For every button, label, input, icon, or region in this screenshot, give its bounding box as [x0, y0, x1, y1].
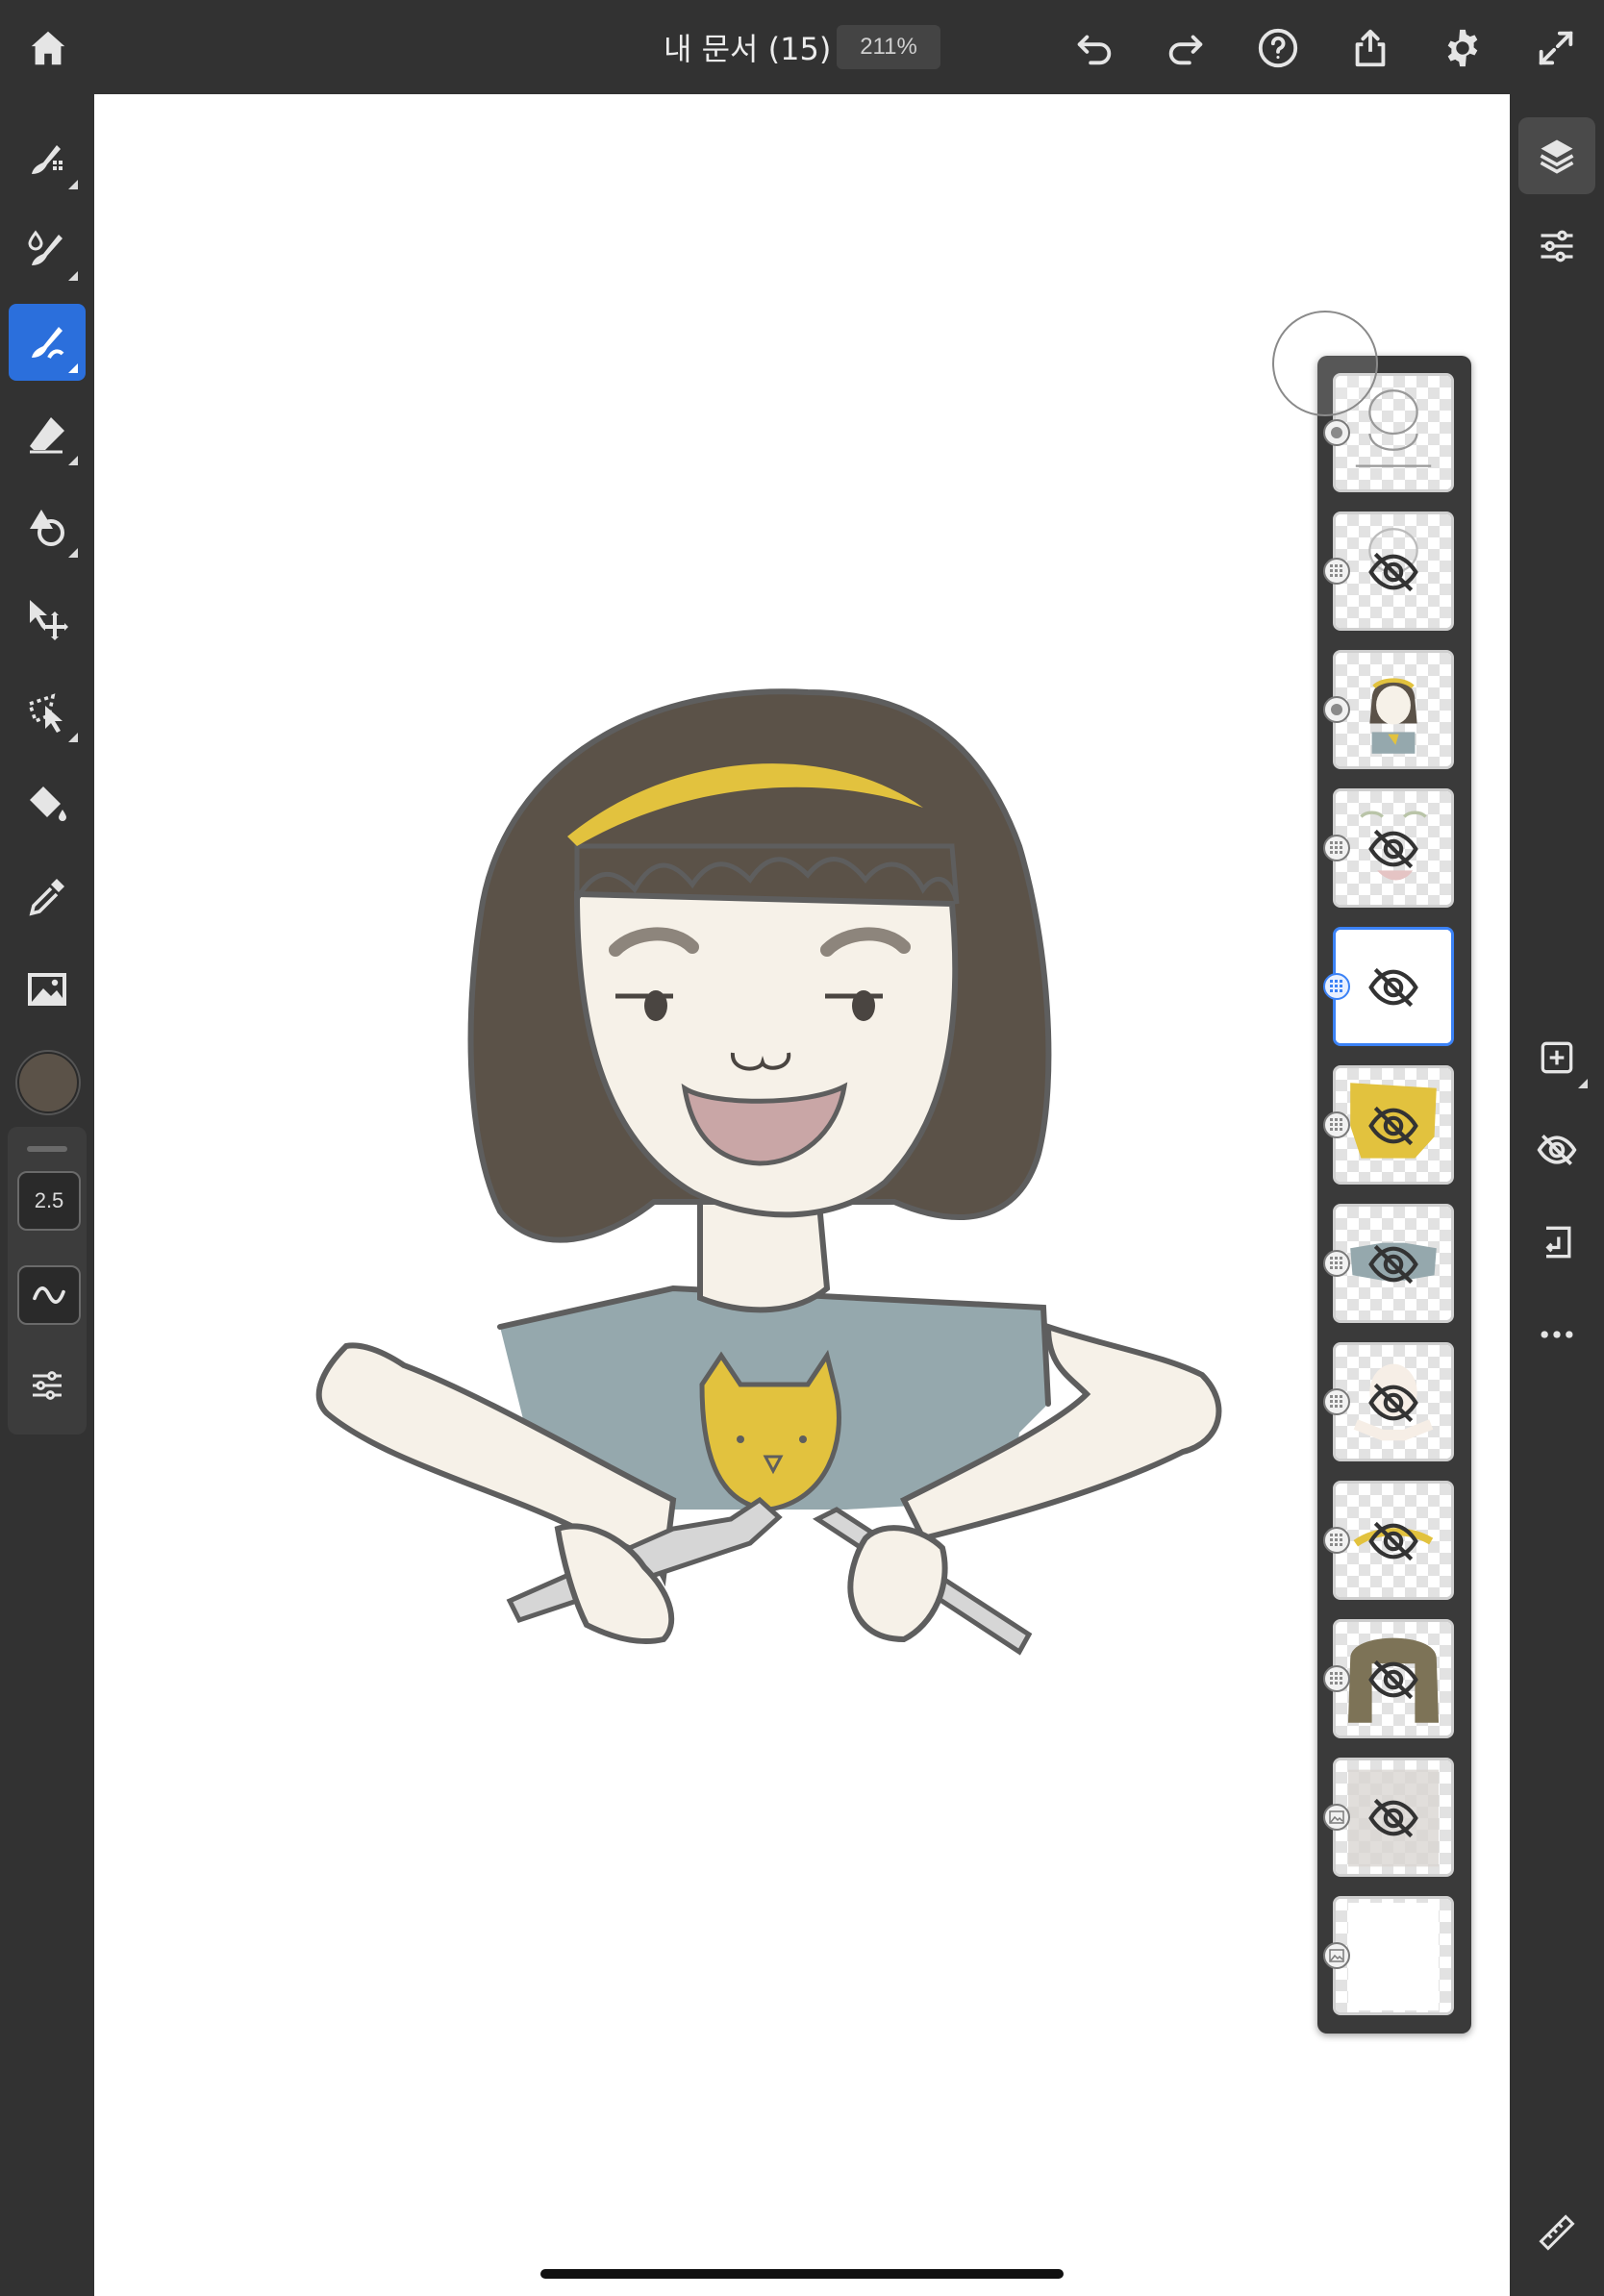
shape-icon[interactable]	[9, 488, 86, 565]
pixel-layer-badge[interactable]	[1323, 558, 1350, 585]
help-icon[interactable]	[1251, 21, 1305, 75]
pixel-layer-badge[interactable]	[1323, 973, 1350, 1000]
image-layer-badge[interactable]	[1323, 1804, 1350, 1831]
document-title[interactable]: 내 문서 (15)	[664, 25, 831, 69]
pixel-layer-badge[interactable]	[1323, 1665, 1350, 1692]
panel-grip[interactable]	[27, 1146, 67, 1152]
eraser-icon[interactable]	[9, 396, 86, 473]
right-toolbar	[1510, 94, 1604, 2296]
layer-thumbnail[interactable]	[1333, 1204, 1454, 1323]
ruler-icon[interactable]	[1518, 2194, 1595, 2271]
more-icon[interactable]	[1518, 1296, 1595, 1373]
redo-icon[interactable]	[1159, 21, 1213, 75]
vector-layer-badge[interactable]	[1323, 696, 1350, 723]
brush-cursor	[1272, 311, 1378, 416]
pixel-brush-icon[interactable]	[9, 120, 86, 197]
share-icon[interactable]	[1343, 21, 1397, 75]
vector-layer-badge[interactable]	[1323, 419, 1350, 446]
layer-thumbnail[interactable]	[1333, 650, 1454, 769]
layer-thumbnail[interactable]	[1333, 1896, 1454, 2015]
wave-icon	[33, 1286, 65, 1304]
layers-icon[interactable]	[1518, 117, 1595, 194]
eyedropper-icon[interactable]	[9, 858, 86, 935]
zoom-level[interactable]: 211%	[837, 25, 940, 69]
vector-brush-icon[interactable]	[9, 304, 86, 381]
smoothing-button[interactable]	[17, 1265, 81, 1325]
layer-thumbnail[interactable]	[1333, 1342, 1454, 1461]
hidden-eye-icon	[1368, 1521, 1418, 1561]
merge-down-icon[interactable]	[1518, 1204, 1595, 1281]
hidden-eye-icon	[1368, 552, 1418, 592]
settings-icon[interactable]	[1436, 21, 1490, 75]
add-layer-icon[interactable]	[1518, 1019, 1595, 1096]
layer-thumbnail[interactable]	[1333, 512, 1454, 631]
layer-thumbnail[interactable]	[1333, 1758, 1454, 1877]
hidden-eye-icon	[1368, 1383, 1418, 1423]
top-toolbar: 내 문서 (15) 211%	[0, 0, 1604, 94]
pixel-layer-badge[interactable]	[1323, 1527, 1350, 1554]
brush-settings-panel: 2.5	[8, 1127, 87, 1435]
live-brush-icon[interactable]	[9, 212, 86, 288]
move-icon[interactable]	[9, 581, 86, 658]
left-toolbar: 2.5	[0, 94, 94, 2296]
fullscreen-icon[interactable]	[1529, 21, 1583, 75]
layer-thumbnail[interactable]	[1333, 1481, 1454, 1600]
image-layer-badge[interactable]	[1323, 1942, 1350, 1969]
hide-layer-icon[interactable]	[1518, 1111, 1595, 1188]
layer-thumbnail[interactable]	[1333, 1065, 1454, 1185]
brush-options-icon[interactable]	[23, 1361, 71, 1410]
hidden-eye-icon	[1368, 829, 1418, 869]
drawing-canvas[interactable]	[94, 94, 1510, 2296]
hidden-eye-icon	[1368, 1660, 1418, 1700]
layer-thumbnail[interactable]	[1333, 1619, 1454, 1738]
undo-icon[interactable]	[1067, 21, 1121, 75]
home-icon[interactable]	[21, 21, 75, 75]
layer-thumbnail-selected[interactable]	[1333, 927, 1454, 1046]
pixel-layer-badge[interactable]	[1323, 1111, 1350, 1138]
hidden-eye-icon	[1368, 1106, 1418, 1146]
home-indicator[interactable]	[540, 2269, 1064, 2279]
selection-icon[interactable]	[9, 673, 86, 750]
image-icon[interactable]	[9, 950, 86, 1027]
fill-icon[interactable]	[9, 765, 86, 842]
hidden-eye-icon	[1368, 1798, 1418, 1838]
brush-size-button[interactable]: 2.5	[17, 1171, 81, 1231]
layers-panel	[1317, 356, 1471, 2034]
pixel-layer-badge[interactable]	[1323, 835, 1350, 861]
pixel-layer-badge[interactable]	[1323, 1250, 1350, 1277]
hidden-eye-icon	[1368, 967, 1418, 1008]
artwork	[315, 688, 1222, 1656]
layer-thumbnail[interactable]	[1333, 788, 1454, 908]
color-picker-swatch[interactable]	[17, 1052, 79, 1113]
layer-properties-icon[interactable]	[1518, 208, 1595, 285]
hidden-eye-icon	[1368, 1244, 1418, 1285]
pixel-layer-badge[interactable]	[1323, 1388, 1350, 1415]
